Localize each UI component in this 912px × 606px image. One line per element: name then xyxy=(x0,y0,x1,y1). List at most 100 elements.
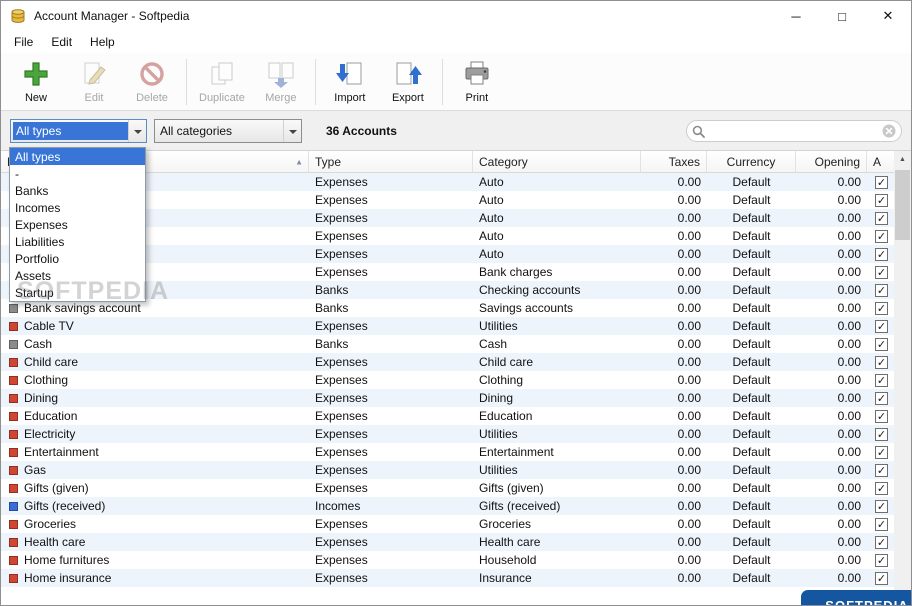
account-taxes-cell: 0.00 xyxy=(677,409,701,423)
active-checkbox[interactable]: ✓ xyxy=(875,445,888,459)
table-row[interactable]: Home insurance Expenses Insurance 0.00 Defau… xyxy=(1,569,896,587)
type-option-portfolio[interactable]: Portfolio xyxy=(10,250,145,267)
active-checkbox[interactable]: ✓ xyxy=(875,175,888,189)
active-checkbox[interactable]: ✓ xyxy=(875,481,888,495)
active-checkbox[interactable]: ✓ xyxy=(875,427,888,441)
active-checkbox[interactable]: ✓ xyxy=(875,319,888,333)
column-header-a[interactable]: A xyxy=(867,151,896,172)
type-option-assets[interactable]: Assets xyxy=(10,267,145,284)
active-checkbox[interactable]: ✓ xyxy=(875,553,888,567)
account-category-cell: Health care xyxy=(479,535,541,549)
table-row[interactable]: Home furnitures Expenses Household 0.00 Defa… xyxy=(1,551,896,569)
active-checkbox[interactable]: ✓ xyxy=(875,571,888,585)
scroll-down-arrow[interactable]: ▼ xyxy=(894,588,911,605)
table-row[interactable]: Gifts (received) Incomes Gifts (received) 0… xyxy=(1,497,896,515)
vertical-scrollbar[interactable]: ▲ ▼ xyxy=(894,151,911,605)
print-button[interactable]: Print xyxy=(448,56,506,108)
type-option-liabilities[interactable]: Liabilities xyxy=(10,233,145,250)
account-active-cell: ✓ xyxy=(867,443,896,461)
account-type-color-icon xyxy=(9,339,18,349)
search-icon xyxy=(692,125,705,138)
account-opening-cell: 0.00 xyxy=(837,517,861,531)
account-type-color-icon xyxy=(9,375,18,385)
scroll-up-arrow[interactable]: ▲ xyxy=(894,151,911,168)
search-input[interactable] xyxy=(705,124,882,138)
account-currency-cell: Default xyxy=(732,355,771,369)
table-row[interactable]: Child care Expenses Child care 0.00 Default 0… xyxy=(1,353,896,371)
minimize-button[interactable]: ─ xyxy=(773,1,819,31)
account-type-color-icon xyxy=(9,573,18,583)
category-filter-dropdown[interactable]: All categories xyxy=(154,118,302,143)
type-option-expenses[interactable]: Expenses xyxy=(10,216,145,233)
type-option-dash[interactable]: - xyxy=(10,165,145,182)
type-option-all-types[interactable]: All types xyxy=(10,148,145,165)
type-option-incomes[interactable]: Incomes xyxy=(10,199,145,216)
table-row[interactable]: Cash Banks Cash 0.00 Default 0.00 ✓ xyxy=(1,335,896,353)
account-opening-cell: 0.00 xyxy=(837,499,861,513)
menu-item-file[interactable]: File xyxy=(5,32,42,52)
table-row[interactable]: Education Expenses Education 0.00 Default 0.0… xyxy=(1,407,896,425)
column-header-taxes[interactable]: Taxes xyxy=(641,151,707,172)
type-option-startup[interactable]: Startup xyxy=(10,284,145,301)
table-row[interactable]: Cable TV Expenses Utilities 0.00 Default 0.00… xyxy=(1,317,896,335)
active-checkbox[interactable]: ✓ xyxy=(875,391,888,405)
account-category-cell: Utilities xyxy=(479,319,518,333)
table-row[interactable]: Gifts (given) Expenses Gifts (given) 0.00 De… xyxy=(1,479,896,497)
account-name-cell: Home insurance xyxy=(1,569,309,587)
account-type-color-icon xyxy=(9,555,18,565)
account-taxes-cell: 0.00 xyxy=(677,517,701,531)
account-active-cell: ✓ xyxy=(867,335,896,353)
active-checkbox[interactable]: ✓ xyxy=(875,229,888,243)
table-row[interactable]: Dining Expenses Dining 0.00 Default 0.00 ✓ xyxy=(1,389,896,407)
search-box[interactable] xyxy=(686,120,902,142)
active-checkbox[interactable]: ✓ xyxy=(875,301,888,315)
active-checkbox[interactable]: ✓ xyxy=(875,283,888,297)
column-header-type[interactable]: Type xyxy=(309,151,473,172)
close-button[interactable]: ✕ xyxy=(865,1,911,31)
active-checkbox[interactable]: ✓ xyxy=(875,211,888,225)
maximize-button[interactable]: □ xyxy=(819,1,865,31)
active-checkbox[interactable]: ✓ xyxy=(875,247,888,261)
toolbar-button-label: Print xyxy=(465,92,489,104)
new-icon xyxy=(21,59,51,89)
table-row[interactable]: Health care Expenses Health care 0.00 Defaul… xyxy=(1,533,896,551)
table-row[interactable]: Entertainment Expenses Entertainment 0.00 De… xyxy=(1,443,896,461)
account-currency-cell: Default xyxy=(732,391,771,405)
table-row[interactable]: Electricity Expenses Utilities 0.00 Default 0… xyxy=(1,425,896,443)
active-checkbox[interactable]: ✓ xyxy=(875,337,888,351)
type-option-banks[interactable]: Banks xyxy=(10,182,145,199)
menu-item-edit[interactable]: Edit xyxy=(42,32,81,52)
toolbar-button-label: Duplicate xyxy=(199,92,245,104)
active-checkbox[interactable]: ✓ xyxy=(875,355,888,369)
table-row[interactable]: Clothing Expenses Clothing 0.00 Default 0.00 ✓ xyxy=(1,371,896,389)
clear-search-icon[interactable] xyxy=(882,124,896,138)
account-type-cell: Expenses xyxy=(315,445,368,459)
active-checkbox[interactable]: ✓ xyxy=(875,499,888,513)
export-button[interactable]: Export xyxy=(379,56,437,108)
active-checkbox[interactable]: ✓ xyxy=(875,535,888,549)
table-row[interactable]: Groceries Expenses Groceries 0.00 Default 0.0… xyxy=(1,515,896,533)
account-currency-cell: Default xyxy=(732,427,771,441)
import-button[interactable]: Import xyxy=(321,56,379,108)
new-button[interactable]: New xyxy=(7,56,65,108)
menu-bar: File Edit Help xyxy=(1,31,911,53)
active-checkbox[interactable]: ✓ xyxy=(875,409,888,423)
active-checkbox[interactable]: ✓ xyxy=(875,265,888,279)
active-checkbox[interactable]: ✓ xyxy=(875,373,888,387)
account-taxes-cell: 0.00 xyxy=(677,265,701,279)
scrollbar-thumb[interactable] xyxy=(895,170,910,240)
table-row[interactable]: Gas Expenses Utilities 0.00 Default 0.00 ✓ xyxy=(1,461,896,479)
column-header-opening[interactable]: Opening xyxy=(796,151,867,172)
account-opening-cell: 0.00 xyxy=(837,427,861,441)
active-checkbox[interactable]: ✓ xyxy=(875,517,888,531)
column-header-category[interactable]: Category xyxy=(473,151,641,172)
account-active-cell: ✓ xyxy=(867,299,896,317)
toolbar-button-label: Edit xyxy=(84,92,104,104)
column-header-currency[interactable]: Currency xyxy=(707,151,796,172)
account-type-color-icon xyxy=(9,465,18,475)
active-checkbox[interactable]: ✓ xyxy=(875,463,888,477)
menu-item-help[interactable]: Help xyxy=(81,32,124,52)
type-filter-dropdown[interactable]: All types xyxy=(10,118,147,143)
merge-button: Merge xyxy=(252,56,310,108)
active-checkbox[interactable]: ✓ xyxy=(875,193,888,207)
